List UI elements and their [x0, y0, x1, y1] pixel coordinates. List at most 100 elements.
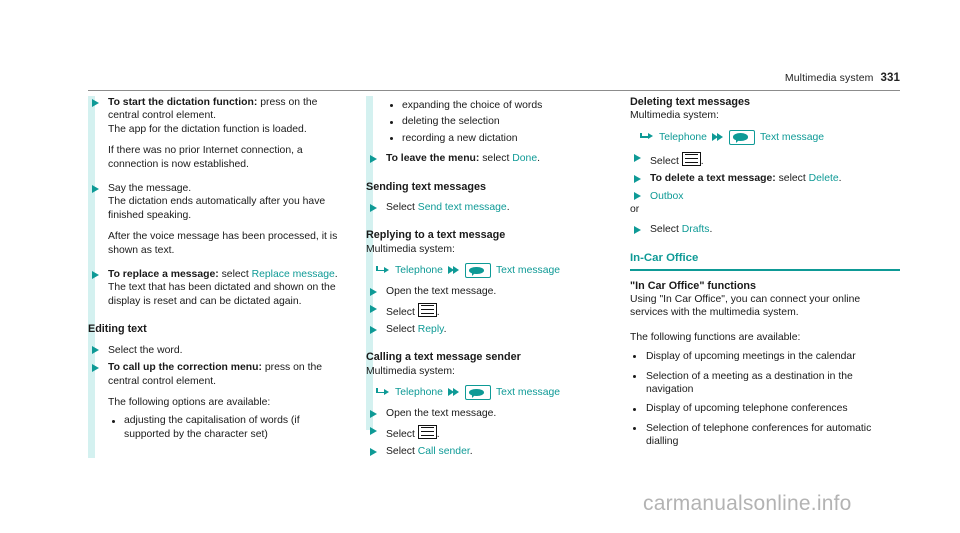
step-replace-message-line2: The text that has been dictated and show…	[108, 282, 336, 307]
navpath-item-text-message[interactable]: Text message	[496, 386, 560, 399]
list-item-text: Selection of telephone conferences for a…	[646, 422, 872, 448]
step-say-message: Say the message. The dictation ends auto…	[88, 182, 346, 257]
heading-sending-text-messages: Sending text messages	[366, 180, 487, 193]
step-replace-message-bold: To replace a message:	[108, 269, 219, 281]
double-arrow-icon	[447, 388, 460, 397]
step-delete-period: .	[838, 173, 842, 185]
step-select-list-icon: Select .	[630, 151, 900, 168]
step-reply-period: .	[443, 324, 447, 336]
menu-link-call-sender[interactable]: Call sender	[418, 446, 470, 457]
step-delete-rest: select	[775, 173, 809, 185]
step-triangle-icon	[370, 203, 377, 212]
step-replace-message-line1: To replace a message: select Replace mes…	[108, 268, 346, 281]
heading-deleting-text-messages: Deleting text messages	[630, 96, 751, 108]
step-leave-menu-bold: To leave the menu:	[386, 153, 480, 165]
step-start-dictation-line1: To start the dictation function: press o…	[108, 96, 346, 123]
step-select-list-icon: Select .	[366, 424, 618, 441]
text-message-icon	[464, 385, 491, 401]
step-outbox: Outbox	[630, 190, 900, 203]
list-item-capitalisation: adjusting the capitalisation of words (i…	[88, 414, 346, 441]
step-leave-menu-rest: select	[479, 153, 513, 165]
step-select-drafts: Select Drafts.	[630, 223, 900, 236]
step-say-message-line3: After the voice message has been process…	[108, 231, 338, 256]
step-replace-message-rest: select	[218, 269, 252, 281]
menu-link-replace-message[interactable]: Replace message	[252, 269, 335, 280]
step-triangle-icon	[370, 409, 377, 418]
list-item-capitalisation-text: adjusting the capitalisation of words (i…	[124, 415, 300, 440]
navpath-item-telephone[interactable]: Telephone	[395, 386, 443, 399]
menu-link-reply[interactable]: Reply	[418, 324, 444, 335]
step-triangle-icon	[634, 174, 641, 183]
step-triangle-icon	[370, 447, 377, 456]
navigation-path-replying: Telephone Text message	[366, 263, 618, 279]
step-triangle-icon	[370, 325, 377, 334]
step-triangle-icon	[92, 346, 99, 355]
manual-page: Multimedia system 331 To start the dictat…	[0, 0, 960, 533]
list-menu-icon[interactable]	[417, 424, 437, 439]
menu-link-done[interactable]: Done	[512, 153, 537, 164]
menu-link-drafts[interactable]: Drafts	[682, 224, 710, 235]
list-item-text: Display of upcoming meetings in the cale…	[646, 351, 856, 363]
step-outbox-text: Outbox	[650, 190, 900, 203]
step-triangle-icon	[92, 270, 99, 279]
list-item: Selection of a meeting as a destination …	[630, 370, 900, 397]
step-triangle-icon	[370, 154, 377, 163]
step-select-call-sender: Select Call sender.	[366, 445, 618, 458]
step-select-list-prefix: Select	[386, 306, 418, 318]
step-start-dictation: To start the dictation function: press o…	[88, 96, 346, 171]
section-heading-rule	[630, 269, 900, 271]
menu-link-outbox[interactable]: Outbox	[650, 191, 684, 202]
list-item: expanding the choice of words	[366, 99, 618, 112]
step-select-reply-text: Select Reply.	[386, 323, 618, 336]
column-right: Deleting text messages Multimedia system…	[630, 96, 900, 449]
column-left: To start the dictation function: press o…	[88, 96, 346, 458]
step-drafts-period: .	[709, 224, 713, 236]
navpath-item-telephone[interactable]: Telephone	[659, 131, 707, 144]
step-select-list-text: Select .	[386, 424, 618, 441]
in-car-office-intro: Using "In Car Office", you can connect y…	[630, 294, 861, 319]
list-item: Selection of telephone conferences for a…	[630, 422, 900, 449]
navpath-item-text-message[interactable]: Text message	[760, 131, 824, 144]
list-item-text: deleting the selection	[402, 116, 500, 128]
section-heading-in-car-office: In-Car Office	[630, 251, 699, 264]
list-item-text: recording a new dictation	[402, 132, 518, 144]
or-separator: or	[630, 204, 640, 216]
text-message-icon	[728, 129, 755, 145]
step-select-list-prefix: Select	[386, 428, 418, 440]
navigation-path-deleting: Telephone Text message	[630, 129, 900, 145]
header-divider	[88, 90, 900, 92]
step-drafts-text: Select Drafts.	[650, 223, 900, 236]
page-header: Multimedia system 331	[88, 72, 900, 92]
step-select-word: Select the word.	[88, 344, 346, 357]
available-functions-label: The following functions are available:	[630, 331, 801, 343]
enter-arrow-icon	[376, 388, 389, 397]
step-select-list-period: .	[700, 155, 704, 167]
menu-link-send-text-message[interactable]: Send text message	[418, 202, 507, 213]
step-leave-menu: To leave the menu: select Done.	[366, 152, 618, 165]
step-select-list-text: Select .	[650, 151, 900, 168]
navpath-item-telephone[interactable]: Telephone	[395, 264, 443, 277]
enter-arrow-icon	[376, 266, 389, 275]
step-select-list-icon: Select .	[366, 302, 618, 319]
menu-link-delete[interactable]: Delete	[809, 173, 839, 184]
step-say-message-line2: The dictation ends automatically after y…	[108, 196, 326, 221]
header-chapter-and-page: Multimedia system 331	[785, 72, 900, 84]
step-start-dictation-bold: To start the dictation function:	[108, 97, 258, 108]
column-middle: expanding the choice of words deleting t…	[366, 96, 618, 459]
heading-replying-to-text-message: Replying to a text message	[366, 229, 506, 242]
step-open-text-message: Open the text message.	[366, 407, 618, 420]
step-triangle-icon	[370, 287, 377, 296]
step-call-sender-text: Select Call sender.	[386, 445, 618, 458]
step-call-sender-period: .	[469, 446, 473, 458]
list-menu-icon[interactable]	[681, 151, 701, 166]
step-select-list-period: .	[436, 306, 440, 318]
list-item: Display of upcoming telephone conference…	[630, 402, 900, 415]
list-menu-icon[interactable]	[417, 302, 437, 317]
header-chapter-label: Multimedia system	[784, 72, 874, 84]
step-send-text: Select Send text message.	[386, 201, 618, 214]
navpath-item-text-message[interactable]: Text message	[496, 264, 560, 277]
step-start-dictation-line3: If there was no prior Internet connectio…	[108, 145, 303, 170]
page-number: 331	[880, 72, 900, 84]
step-replace-message-period: .	[334, 269, 338, 281]
step-call-sender-prefix: Select	[386, 446, 418, 458]
